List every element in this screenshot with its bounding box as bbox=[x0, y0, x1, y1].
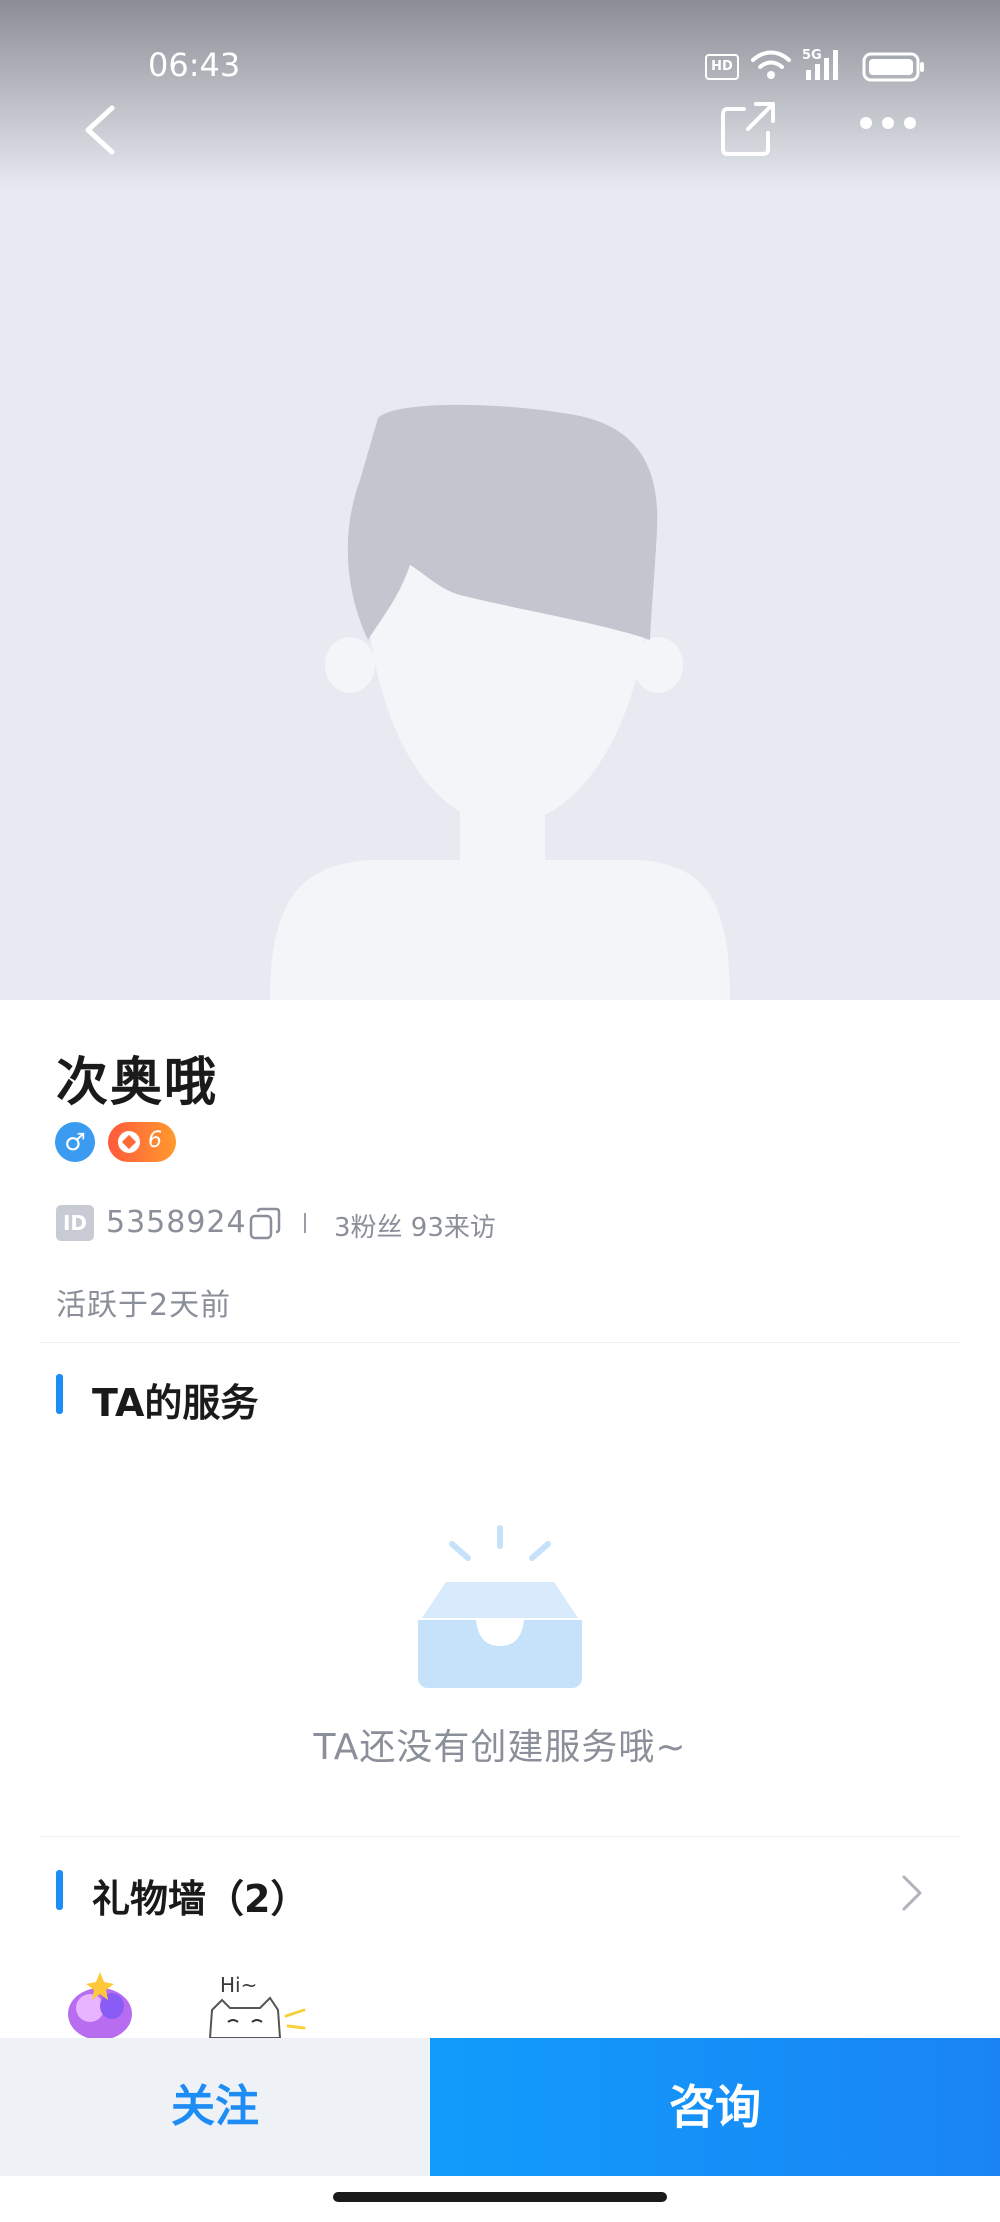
network-type-label: 5G bbox=[802, 48, 822, 63]
empty-box-icon bbox=[418, 1525, 582, 1688]
section-marker bbox=[56, 1374, 63, 1414]
section-marker bbox=[56, 1870, 63, 1910]
diamond-icon bbox=[118, 1131, 140, 1153]
gift-wall-header[interactable]: 礼物墙（2） bbox=[56, 1868, 936, 1921]
wifi-icon bbox=[751, 50, 791, 79]
consult-button[interactable]: 咨询 bbox=[430, 2038, 1000, 2176]
signal-icon: 5G bbox=[802, 48, 838, 80]
id-row: ID 5358924 3粉丝 93来访 bbox=[56, 1203, 956, 1243]
battery-icon bbox=[862, 52, 924, 82]
separator bbox=[304, 1213, 306, 1233]
more-icon[interactable] bbox=[858, 115, 918, 131]
back-icon[interactable] bbox=[80, 100, 120, 160]
profile-cover: 06:43 HD 5G bbox=[0, 0, 1000, 1000]
divider bbox=[40, 1342, 960, 1343]
status-time: 06:43 bbox=[148, 46, 241, 84]
active-status: 活跃于2天前 bbox=[56, 1288, 232, 1323]
gift-item[interactable]: Hi~ bbox=[200, 1970, 310, 2038]
divider bbox=[40, 1836, 960, 1837]
fans-visits-count[interactable]: 3粉丝 93来访 bbox=[334, 1207, 496, 1244]
level-value: 6 bbox=[148, 1128, 162, 1153]
top-navigation bbox=[0, 95, 1000, 165]
level-badge: 6 bbox=[108, 1122, 176, 1162]
share-icon[interactable] bbox=[718, 99, 778, 159]
gift-wall-title: 礼物墙（2） bbox=[92, 1877, 309, 1921]
hd-icon: HD bbox=[705, 54, 739, 80]
copy-icon[interactable] bbox=[248, 1207, 282, 1241]
follow-button[interactable]: 关注 bbox=[0, 2038, 430, 2176]
services-empty-text: TA还没有创建服务哦~ bbox=[313, 1727, 687, 1768]
gift-item[interactable] bbox=[60, 1970, 140, 2038]
gift-caption: Hi~ bbox=[220, 1973, 257, 1997]
bottom-action-bar: 关注 咨询 bbox=[0, 2038, 1000, 2176]
services-title: TA的服务 bbox=[92, 1381, 259, 1425]
gender-badge: ♂ bbox=[55, 1122, 95, 1162]
status-bar: 06:43 HD 5G bbox=[0, 40, 1000, 90]
user-name: 次奥哦 bbox=[56, 1052, 219, 1113]
user-id: 5358924 bbox=[106, 1205, 247, 1240]
chevron-right-icon[interactable] bbox=[900, 1873, 924, 1913]
home-indicator[interactable] bbox=[333, 2192, 667, 2202]
id-tag: ID bbox=[56, 1205, 94, 1241]
